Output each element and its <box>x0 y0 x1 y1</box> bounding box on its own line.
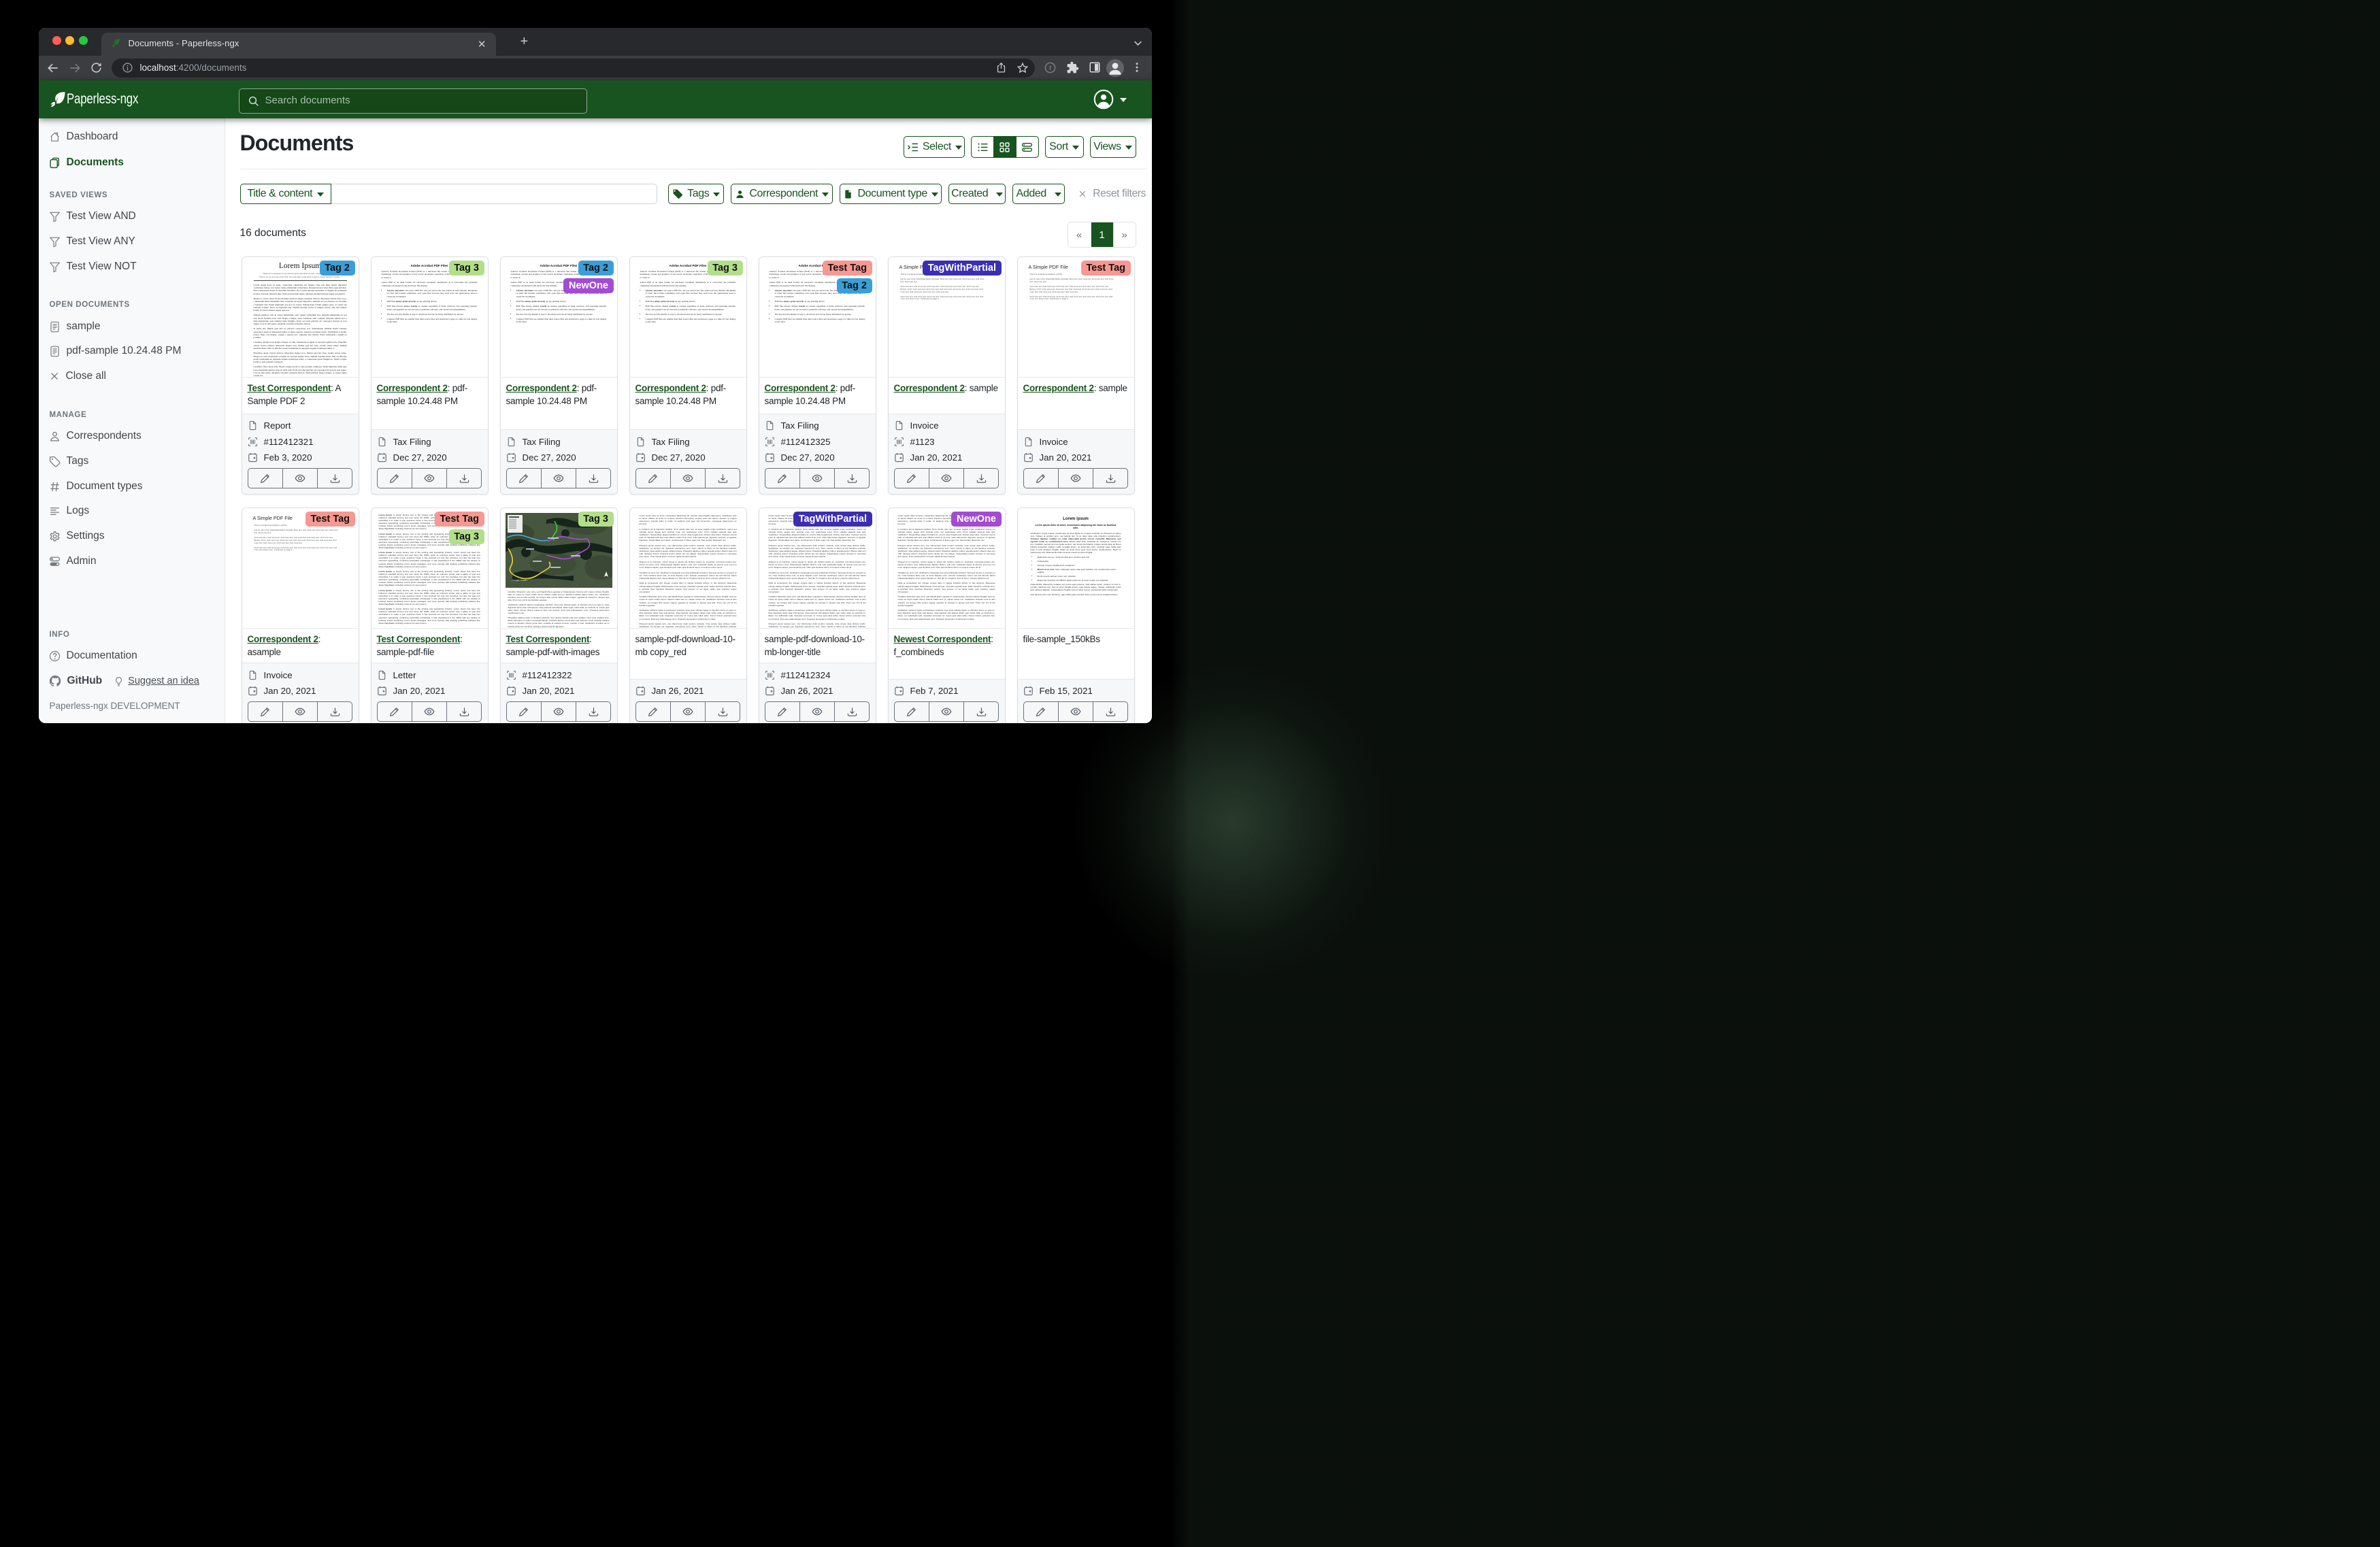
svg-text:Google Earth: Google Earth <box>511 578 527 582</box>
